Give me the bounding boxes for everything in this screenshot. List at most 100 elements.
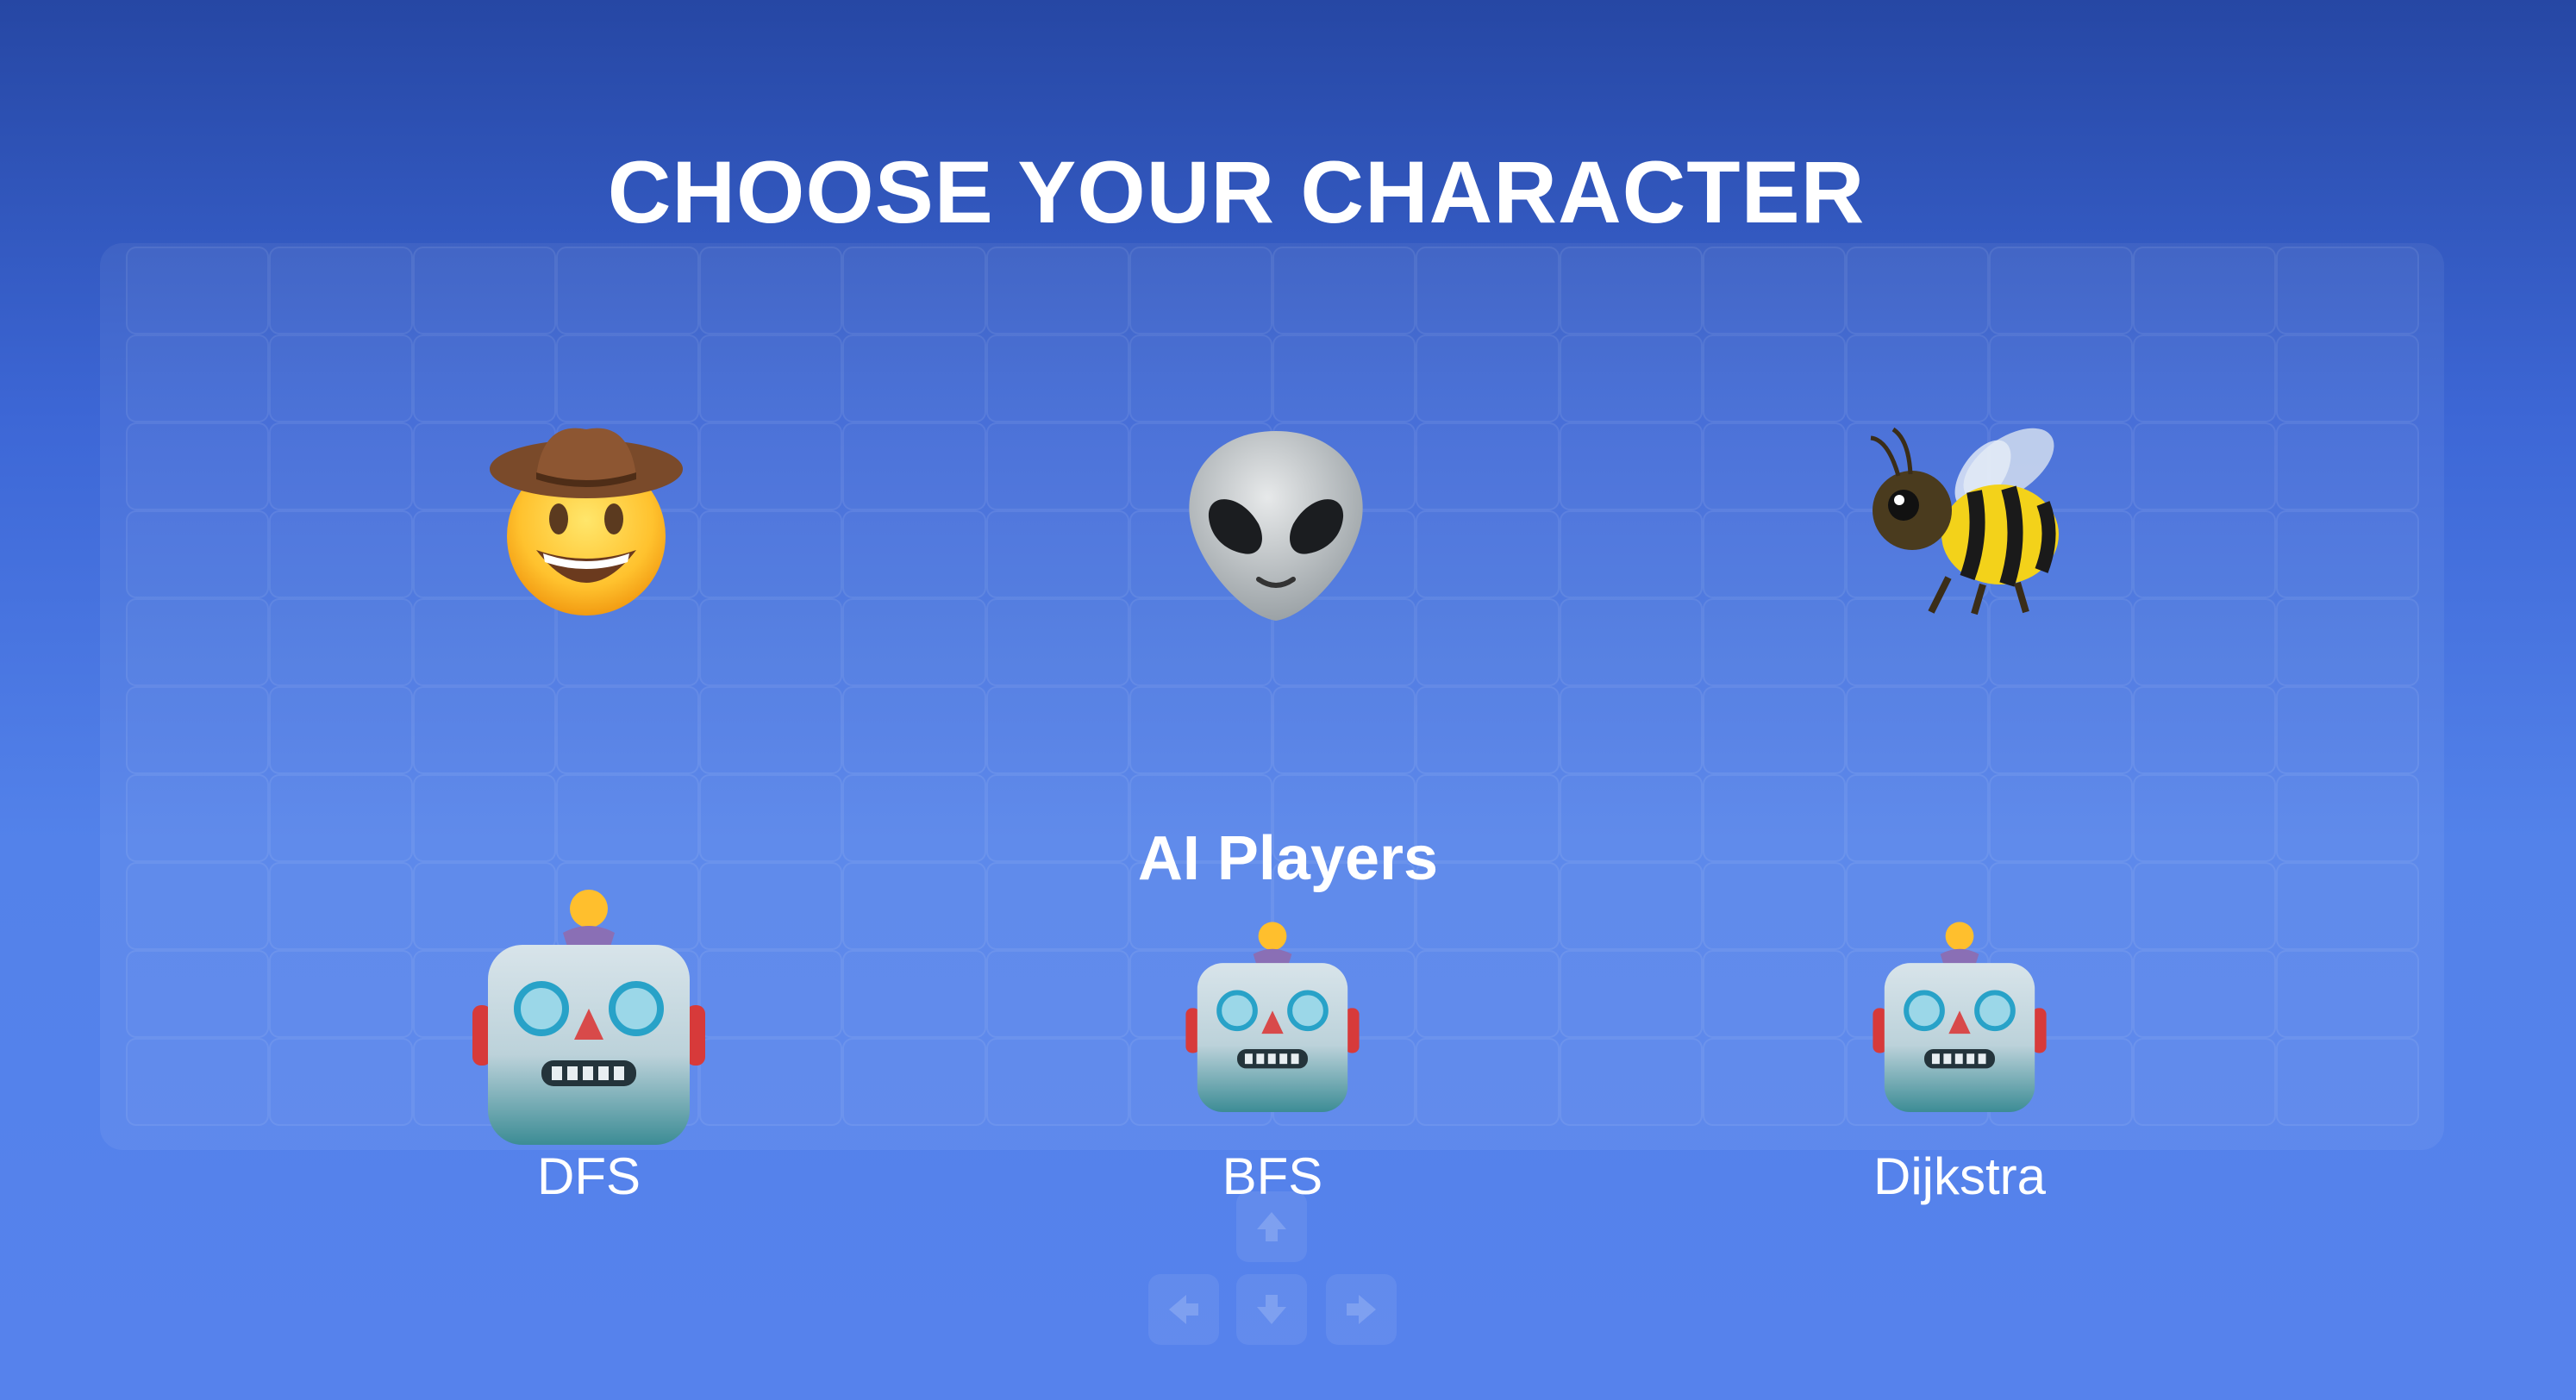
maze-cell (2275, 247, 2419, 334)
maze-cell (985, 422, 1129, 510)
maze-cell (269, 1038, 413, 1126)
maze-cell (126, 247, 270, 334)
maze-cell (1989, 334, 2133, 422)
ai-player-bfs[interactable]: BFS (1177, 921, 1368, 1205)
maze-cell (1702, 1038, 1846, 1126)
maze-cell (2275, 334, 2419, 422)
arrow-down-button[interactable] (1236, 1274, 1307, 1345)
cowboy-hat-face-icon (490, 428, 683, 616)
maze-cell (555, 247, 699, 334)
ai-player-dfs[interactable]: DFS (472, 888, 705, 1205)
maze-cell (126, 686, 270, 774)
maze-cell (1702, 510, 1846, 598)
maze-cell (555, 686, 699, 774)
maze-cell (1989, 686, 2133, 774)
maze-cell (2275, 598, 2419, 686)
arrow-left-icon (1169, 1295, 1198, 1324)
maze-cell (1559, 686, 1703, 774)
maze-cell (699, 422, 843, 510)
page-title: CHOOSE YOUR CHARACTER (607, 143, 1866, 241)
ai-player-label: Dijkstra (1873, 1147, 2046, 1205)
maze-cell (985, 598, 1129, 686)
maze-cell (1702, 334, 1846, 422)
ai-player-dijkstra[interactable]: Dijkstra (1864, 921, 2055, 1205)
maze-cell (2132, 686, 2276, 774)
maze-cell (555, 334, 699, 422)
maze-cell (699, 598, 843, 686)
maze-cell (1272, 334, 1416, 422)
maze-cell (269, 334, 413, 422)
maze-cell (842, 1038, 986, 1126)
character-bee[interactable] (1854, 414, 2078, 638)
maze-cell (2132, 247, 2276, 334)
maze-cell (1559, 598, 1703, 686)
character-cowboy[interactable] (483, 416, 690, 622)
arrow-right-icon (1347, 1295, 1376, 1324)
maze-cell (985, 510, 1129, 598)
maze-cell (1846, 334, 1990, 422)
maze-cell (699, 510, 843, 598)
ai-player-label: DFS (537, 1147, 641, 1205)
maze-cell (1559, 510, 1703, 598)
maze-cell (1559, 247, 1703, 334)
ai-players-heading: AI Players (1137, 824, 1439, 893)
maze-cell (269, 247, 413, 334)
maze-cell (842, 950, 986, 1038)
robot-icon (1185, 922, 1360, 1113)
maze-cell (842, 422, 986, 510)
maze-cell (842, 334, 986, 422)
maze-cell (842, 510, 986, 598)
maze-cell (2132, 950, 2276, 1038)
maze-cell (1416, 686, 1560, 774)
maze-cell (1416, 247, 1560, 334)
maze-cell (269, 686, 413, 774)
maze-cell (126, 510, 270, 598)
maze-cell (269, 510, 413, 598)
maze-cell (699, 334, 843, 422)
maze-cell (1846, 247, 1990, 334)
arrow-up-icon (1257, 1212, 1286, 1241)
maze-cell (2275, 686, 2419, 774)
maze-cell (1129, 686, 1272, 774)
maze-cell (412, 334, 556, 422)
maze-cell (1702, 422, 1846, 510)
maze-cell (1416, 1038, 1560, 1126)
maze-cell (1272, 247, 1416, 334)
maze-cell (412, 247, 556, 334)
maze-cell (1272, 686, 1416, 774)
maze-cell (699, 686, 843, 774)
maze-cell (126, 1038, 270, 1126)
alien-icon (1189, 431, 1363, 621)
maze-cell (126, 334, 270, 422)
maze-cell (1702, 950, 1846, 1038)
maze-cell (1559, 334, 1703, 422)
maze-cell (2275, 510, 2419, 598)
maze-cell (1416, 334, 1560, 422)
maze-cell (1416, 510, 1560, 598)
maze-cell (126, 422, 270, 510)
maze-cell (1559, 422, 1703, 510)
maze-cell (1702, 598, 1846, 686)
maze-cell (1559, 1038, 1703, 1126)
character-alien[interactable] (1172, 422, 1379, 629)
maze-cell (1416, 422, 1560, 510)
maze-cell (1129, 247, 1272, 334)
honeybee-icon (1870, 427, 2059, 616)
maze-cell (985, 334, 1129, 422)
maze-cell (985, 1038, 1129, 1126)
maze-cell (2275, 1038, 2419, 1126)
arrow-up-button[interactable] (1236, 1191, 1307, 1262)
arrow-left-button[interactable] (1148, 1274, 1219, 1345)
maze-cell (699, 247, 843, 334)
maze-cell (1846, 686, 1990, 774)
robot-icon (1873, 922, 2047, 1113)
maze-cell (985, 686, 1129, 774)
maze-cell (842, 686, 986, 774)
maze-cell (985, 247, 1129, 334)
maze-cell (699, 950, 843, 1038)
maze-cell (2132, 422, 2276, 510)
arrow-down-icon (1257, 1295, 1286, 1324)
maze-cell (1416, 950, 1560, 1038)
maze-cell (1559, 950, 1703, 1038)
arrow-right-button[interactable] (1326, 1274, 1397, 1345)
